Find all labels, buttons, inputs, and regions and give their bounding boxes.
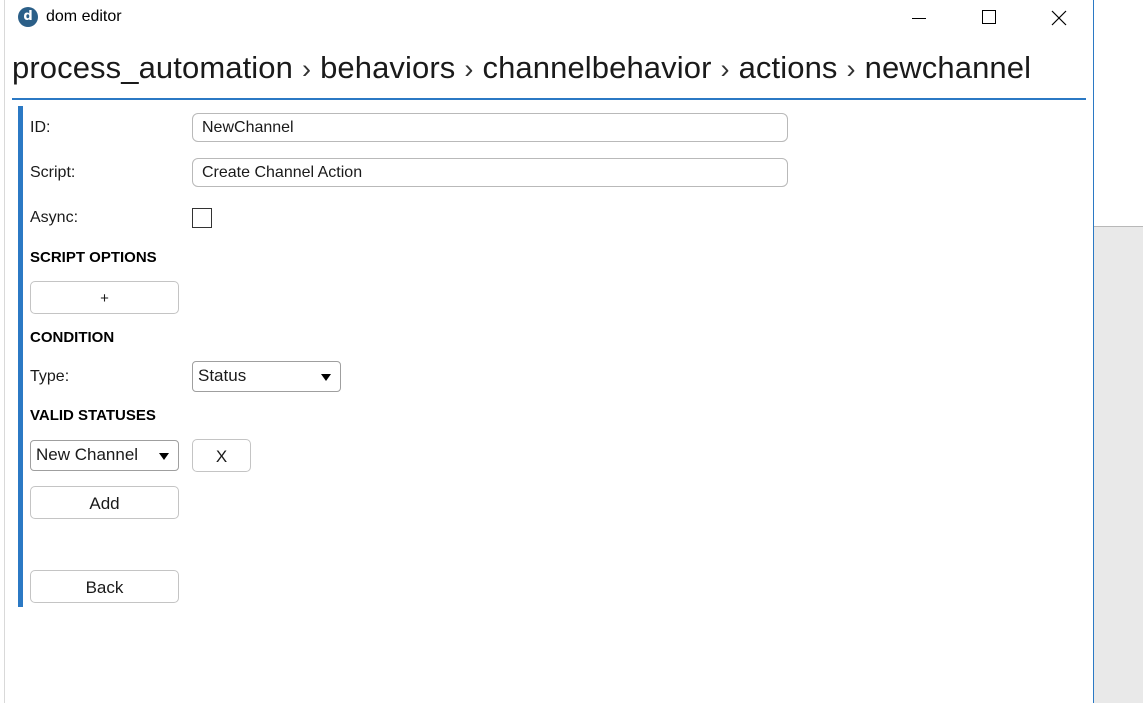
id-label: ID:	[30, 119, 51, 136]
background-app	[1094, 0, 1143, 703]
app-logo-icon: d	[18, 7, 38, 27]
id-input[interactable]	[192, 113, 788, 142]
panel-accent-bar	[18, 106, 23, 607]
status-dropdown-value: New Channel	[36, 445, 139, 464]
title-bar[interactable]: d dom editor	[5, 0, 1093, 36]
breadcrumb-item-process-automation[interactable]: process_automation	[12, 50, 293, 85]
script-options-heading: SCRIPT OPTIONS	[30, 249, 157, 266]
breadcrumb: process_automation › behaviors › channelbeha…	[12, 50, 1031, 86]
chevron-down-icon	[159, 453, 169, 460]
background-app-toolbar	[1094, 183, 1143, 227]
maximize-icon	[982, 10, 996, 24]
minimize-button[interactable]	[895, 0, 941, 36]
async-checkbox[interactable]	[192, 208, 212, 228]
back-button[interactable]: Back	[30, 570, 179, 603]
chevron-down-icon	[321, 374, 331, 381]
dom-editor-window: d dom editor process_automation › behavior…	[4, 0, 1094, 703]
valid-statuses-heading: VALID STATUSES	[30, 407, 156, 424]
breadcrumb-item-newchannel: newchannel	[864, 50, 1032, 85]
breadcrumb-separator: ›	[846, 54, 856, 84]
maximize-button[interactable]	[965, 0, 1011, 36]
close-icon	[1051, 10, 1067, 26]
script-label: Script:	[30, 164, 76, 181]
minimize-icon	[912, 18, 926, 19]
script-input[interactable]	[192, 158, 788, 187]
add-script-option-button[interactable]: +	[30, 281, 179, 314]
async-label: Async:	[30, 209, 79, 226]
breadcrumb-separator: ›	[720, 54, 730, 84]
breadcrumb-item-channelbehavior[interactable]: channelbehavior	[482, 50, 711, 85]
type-dropdown-value: Status	[198, 366, 247, 385]
background-app-panel	[1094, 227, 1143, 703]
type-dropdown[interactable]: Status	[192, 361, 341, 392]
breadcrumb-underline	[12, 98, 1086, 100]
condition-heading: CONDITION	[30, 329, 115, 346]
add-status-button[interactable]: Add	[30, 486, 179, 519]
type-label: Type:	[30, 368, 70, 385]
window-title: dom editor	[46, 8, 122, 25]
breadcrumb-item-behaviors[interactable]: behaviors	[320, 50, 455, 85]
status-dropdown[interactable]: New Channel	[30, 440, 179, 471]
breadcrumb-item-actions[interactable]: actions	[739, 50, 838, 85]
breadcrumb-separator: ›	[464, 54, 474, 84]
close-button[interactable]	[1035, 0, 1081, 36]
breadcrumb-separator: ›	[301, 54, 312, 84]
remove-status-button[interactable]: X	[192, 439, 251, 472]
